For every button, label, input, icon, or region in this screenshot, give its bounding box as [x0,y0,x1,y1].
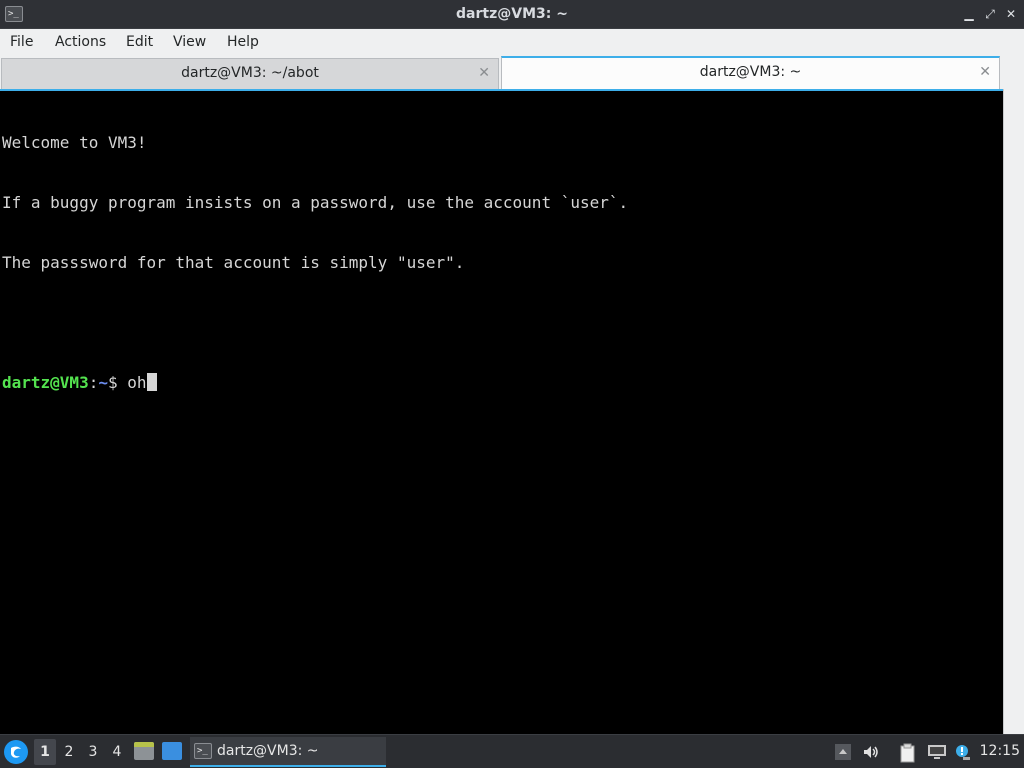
workspace-1[interactable]: 1 [34,739,56,765]
menu-view[interactable]: View [173,34,206,50]
tab-bar: dartz@VM3: ~/abot ✕ dartz@VM3: ~ ✕ [0,56,1024,89]
clipboard-icon[interactable] [899,743,917,763]
prompt-separator: : [88,373,99,392]
prompt-user-host: dartz@VM3 [2,373,89,392]
command-input[interactable]: oh [127,373,146,392]
terminal-scrollbar[interactable] [1003,89,1024,734]
window-title: dartz@VM3: ~ [456,6,568,22]
menu-edit[interactable]: Edit [126,34,153,50]
clock[interactable]: 12:15 [980,743,1020,759]
menu-actions[interactable]: Actions [55,34,106,50]
maximize-button[interactable]: ⤢ [983,7,997,21]
minimize-button[interactable]: ▁ [962,7,976,21]
menu-file[interactable]: File [10,34,33,50]
start-menu-icon[interactable] [4,740,28,764]
terminal-output[interactable]: Welcome to VM3! If a buggy program insis… [0,89,1003,734]
terminal-task-icon: >_ [194,743,212,759]
terminal-line: Welcome to VM3! [2,133,147,152]
tab-close-icon[interactable]: ✕ [478,59,490,87]
window-titlebar[interactable]: >_ dartz@VM3: ~ ▁ ⤢ ✕ [0,0,1024,29]
menu-help[interactable]: Help [227,34,259,50]
volume-icon[interactable] [862,743,880,761]
tab-close-icon[interactable]: ✕ [979,58,991,86]
network-icon[interactable] [927,743,946,761]
workspace-2[interactable]: 2 [58,739,80,765]
tray-arrow-up-icon[interactable] [834,743,852,761]
taskbar: 1 2 3 4 >_ dartz@VM3: ~ 12:15 [0,734,1024,768]
text-cursor [146,373,157,391]
tab-label: dartz@VM3: ~/abot [181,65,319,81]
notification-icon[interactable] [953,743,971,761]
tab-label: dartz@VM3: ~ [699,64,802,80]
prompt-path: ~ [98,373,108,392]
menu-bar: File Actions Edit View Help [0,29,1024,56]
show-desktop-icon[interactable] [162,742,182,760]
prompt-symbol: $ [107,373,128,392]
terminal-line: If a buggy program insists on a password… [2,193,629,212]
taskbar-task-terminal[interactable]: >_ dartz@VM3: ~ [190,737,386,767]
terminal-line: The passsword for that account is simply… [2,253,465,272]
terminal-prompt-line[interactable]: dartz@VM3:~$ oh [2,373,1003,393]
tab-abot[interactable]: dartz@VM3: ~/abot ✕ [1,58,499,89]
workspace-3[interactable]: 3 [82,739,104,765]
close-button[interactable]: ✕ [1004,7,1018,21]
tab-home[interactable]: dartz@VM3: ~ ✕ [501,56,1000,89]
task-label: dartz@VM3: ~ [217,743,319,759]
file-manager-icon[interactable] [134,742,154,760]
workspace-4[interactable]: 4 [106,739,128,765]
